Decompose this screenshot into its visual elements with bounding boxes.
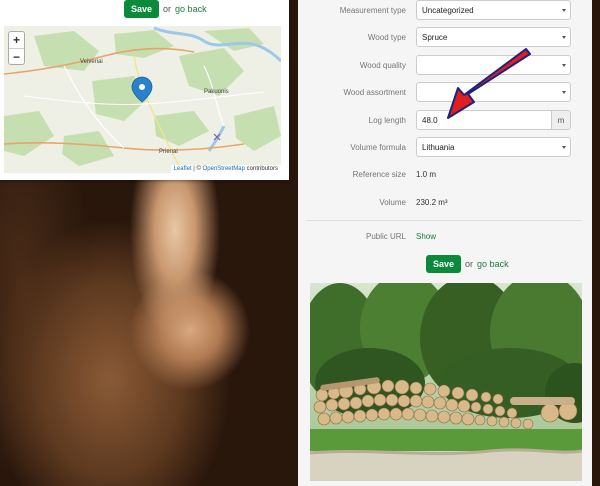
caret-down-icon — [562, 146, 566, 149]
map-label-prienai: Prienai — [159, 149, 178, 155]
osm-link[interactable]: OpenStreetMap — [203, 166, 245, 172]
wood-type-label: Wood type — [367, 32, 406, 42]
go-back-link[interactable]: go back — [175, 4, 207, 14]
reference-size-label: Reference size — [352, 169, 406, 179]
caret-down-icon — [562, 91, 566, 94]
or-text: or — [163, 4, 172, 14]
volume-formula-value: Lithuania — [422, 142, 455, 152]
log-pile-photo — [310, 283, 582, 481]
log-pile-image — [310, 283, 582, 481]
volume-value: 230.2 m³ — [416, 197, 448, 207]
row-volume-formula: Volume formula Lithuania — [298, 137, 592, 157]
log-length-label: Log length — [368, 115, 406, 125]
row-volume: Volume 230.2 m³ — [298, 192, 592, 212]
wood-assortment-label: Wood assortment — [343, 87, 406, 97]
attribution-separator: | © — [193, 166, 201, 172]
save-button[interactable]: Save — [124, 0, 160, 18]
wood-type-value: Spruce — [422, 32, 448, 42]
leaflet-link[interactable]: Leaflet — [174, 166, 192, 172]
log-length-value: 48.0 — [422, 115, 438, 125]
bottom-save-row: Save or go back — [426, 254, 509, 274]
location-map[interactable]: Veiveriai Pakuonis Prienai + − Leaflet |… — [4, 26, 281, 173]
public-url-show-link[interactable]: Show — [416, 232, 436, 241]
row-wood-type: Wood type Spruce — [298, 27, 592, 47]
annotation-arrow-icon — [447, 48, 531, 119]
log-length-unit: m — [552, 110, 571, 130]
map-attribution: Leaflet | © OpenStreetMap contributors — [170, 165, 281, 173]
wood-quality-label: Wood quality — [359, 60, 406, 70]
caret-down-icon — [562, 36, 566, 39]
wood-type-select[interactable]: Spruce — [416, 27, 571, 47]
zoom-control: + − — [8, 31, 25, 65]
go-back-link[interactable]: go back — [477, 259, 509, 269]
caret-down-icon — [562, 64, 566, 67]
caret-down-icon — [562, 9, 566, 12]
reference-size-value: 1.0 m — [416, 169, 437, 179]
map-label-veiveriai: Veiveriai — [80, 59, 103, 65]
attribution-contributors: contributors — [246, 166, 278, 172]
measurement-type-value: Uncategorized — [422, 5, 474, 15]
top-save-row: Save or go back — [124, 0, 207, 18]
volume-formula-select[interactable]: Lithuania — [416, 137, 571, 157]
map-tiles — [4, 26, 281, 173]
measurement-type-select[interactable]: Uncategorized — [416, 0, 571, 20]
zoom-out-button[interactable]: − — [9, 48, 24, 64]
volume-label: Volume — [379, 197, 406, 207]
zoom-in-button[interactable]: + — [9, 32, 24, 48]
row-reference-size: Reference size 1.0 m — [298, 164, 592, 184]
volume-formula-label: Volume formula — [350, 142, 406, 152]
map-label-pakuonis: Pakuonis — [204, 89, 229, 95]
row-public-url: Public URL Show — [298, 226, 592, 246]
form-divider — [306, 220, 582, 221]
map-card: Save or go back Veiveriai Pakuonis Prien… — [0, 0, 289, 180]
public-url-label: Public URL — [365, 231, 406, 241]
save-button[interactable]: Save — [426, 255, 462, 273]
or-text: or — [465, 259, 474, 269]
measurement-type-label: Measurement type — [339, 5, 406, 15]
row-measurement-type: Measurement type Uncategorized — [298, 0, 592, 20]
